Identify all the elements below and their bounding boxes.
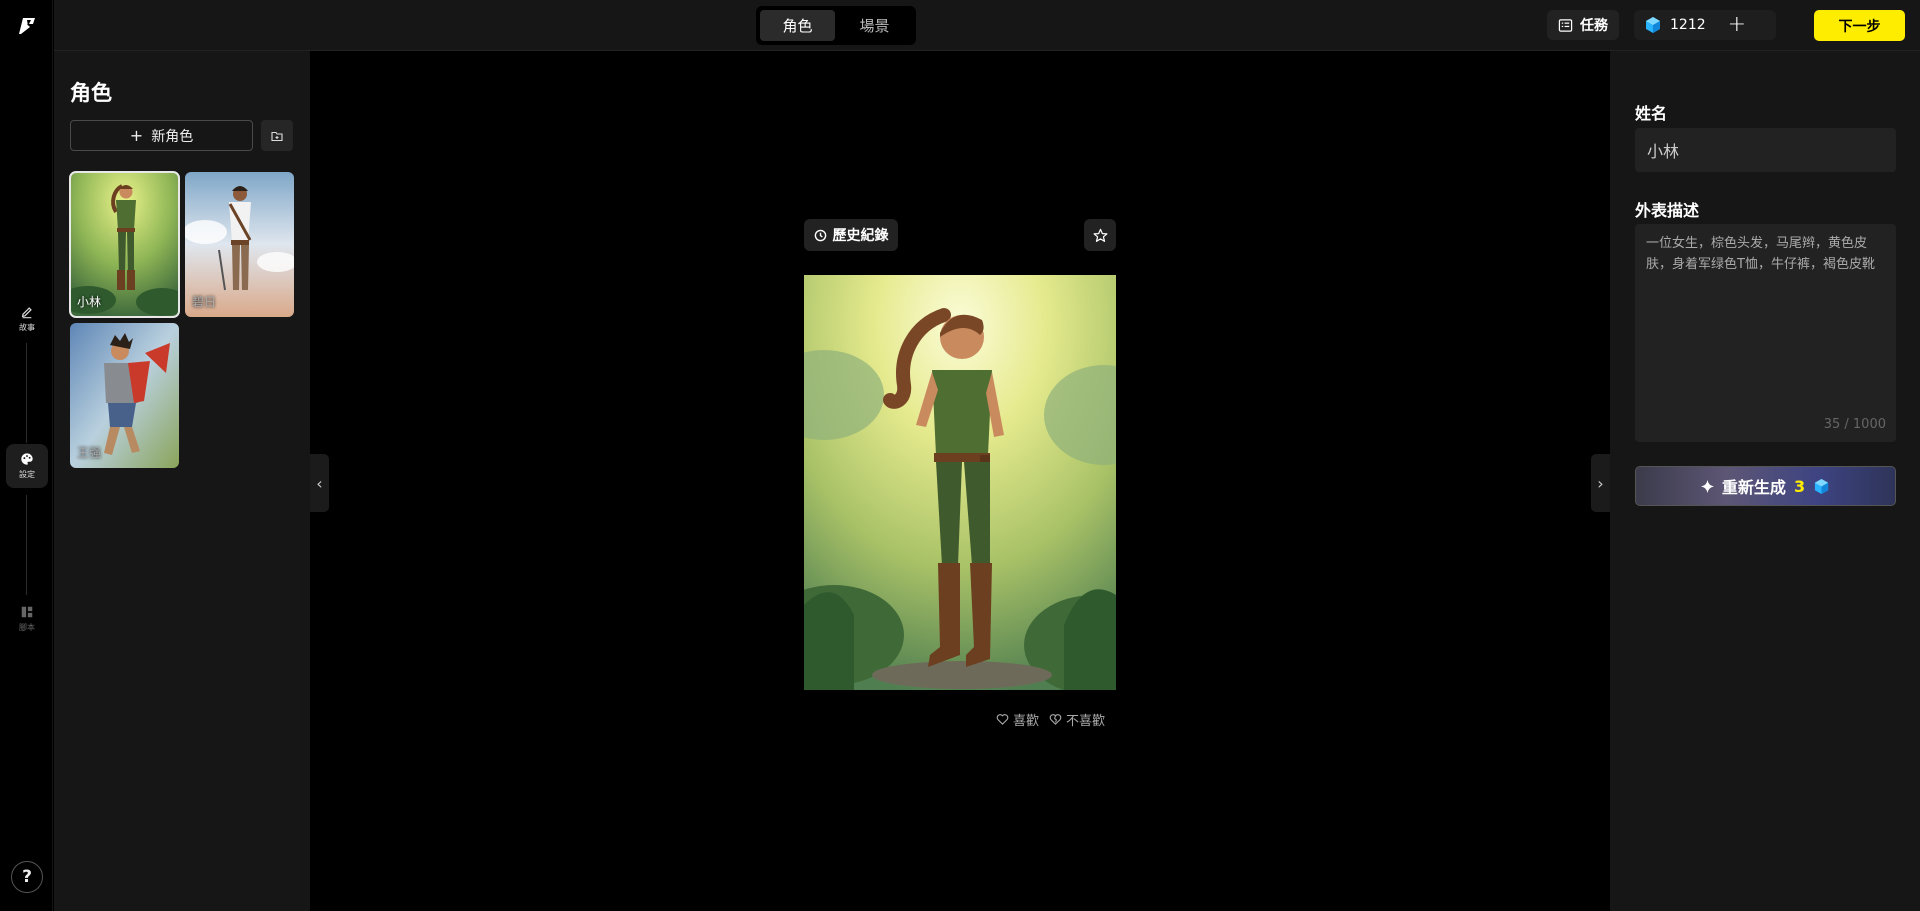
like-label: 喜歡 [1013,714,1040,729]
next-step-button[interactable]: 下一步 [1814,10,1905,41]
new-character-label: 新角色 [151,128,194,145]
tab-scenes[interactable]: 場景 [837,10,912,41]
character-panel: 角色 + 新角色 小林 碧日 王强 [54,51,310,911]
character-artwork [804,275,1116,690]
gem-icon [1646,17,1660,33]
mode-switch: 角色 場景 [756,6,916,45]
appearance-textarea[interactable]: 一位女生，棕色头发，马尾辫，黄色皮肤，身着军绿色T恤，牛仔裤，褐色皮靴 35 /… [1635,224,1896,442]
add-credits-button[interactable]: + [1728,14,1746,36]
credits-widget: 1212 + [1634,10,1776,40]
gem-icon [1814,478,1829,494]
dislike-button[interactable]: 不喜歡 [1049,710,1105,729]
history-button[interactable]: 歷史紀錄 [804,219,898,251]
credits-count: 1212 [1670,17,1706,33]
rail-item-story[interactable]: 故事 [6,297,48,341]
regenerate-button[interactable]: 重新生成 3 [1635,466,1896,506]
rail-divider [26,495,27,595]
rail-item-label: 腳本 [19,623,35,632]
rail-item-script[interactable]: 腳本 [6,597,48,641]
appearance-text: 一位女生，棕色头发，马尾辫，黄色皮肤，身着军绿色T恤，牛仔裤，褐色皮靴 [1646,236,1875,272]
app-logo-icon[interactable] [15,14,39,38]
collapse-left-panel-button[interactable]: ‹ [310,454,329,512]
generated-character-image[interactable] [804,275,1116,690]
history-label: 歷史紀錄 [832,228,889,244]
character-card[interactable]: 碧日 [185,172,294,317]
appearance-label: 外表描述 [1635,201,1700,220]
character-card[interactable]: 王强 [70,323,179,468]
rail-item-settings[interactable]: 設定 [6,444,48,488]
task-list-icon [1558,18,1573,32]
properties-panel: 姓名 外表描述 一位女生，棕色头发，马尾辫，黄色皮肤，身着军绿色T恤，牛仔裤，褐… [1610,51,1920,911]
name-field[interactable] [1635,128,1896,172]
storyboard-icon [21,606,33,618]
character-name: 王强 [77,446,102,460]
heart-icon [996,714,1009,725]
rail-item-label: 故事 [19,323,35,332]
help-button[interactable]: ? [11,861,43,893]
char-counter: 35 / 1000 [1823,417,1886,432]
tasks-button[interactable]: 任務 [1547,10,1619,40]
sparkle-icon [1700,479,1714,493]
clock-icon [814,229,826,241]
broken-heart-icon [1049,714,1062,725]
tasks-label: 任務 [1580,18,1608,34]
regenerate-cost: 3 [1793,476,1806,496]
palette-icon [21,453,33,465]
chevron-right-icon: › [1597,473,1604,493]
star-icon [1093,228,1107,242]
name-label: 姓名 [1635,104,1668,123]
import-character-button[interactable] [261,120,293,151]
folder-import-icon [271,131,283,141]
nav-rail: 故事 設定 腳本 ? [0,0,53,911]
favorite-button[interactable] [1084,219,1116,251]
rail-divider [26,343,27,443]
plus-icon: + [129,126,144,145]
panel-title: 角色 [70,81,112,105]
character-name: 碧日 [192,295,217,309]
new-character-button[interactable]: + 新角色 [70,120,253,151]
like-button[interactable]: 喜歡 [996,710,1039,729]
tab-characters[interactable]: 角色 [760,10,835,41]
regenerate-label: 重新生成 [1721,478,1786,497]
character-card[interactable]: 小林 [69,171,180,318]
pencil-icon [21,307,32,319]
collapse-right-panel-button[interactable]: › [1591,454,1610,512]
feedback-bar: 喜歡 不喜歡 [996,710,1105,729]
chevron-left-icon: ‹ [316,473,323,493]
dislike-label: 不喜歡 [1066,714,1106,729]
character-name: 小林 [77,295,102,309]
rail-item-label: 設定 [19,470,35,479]
